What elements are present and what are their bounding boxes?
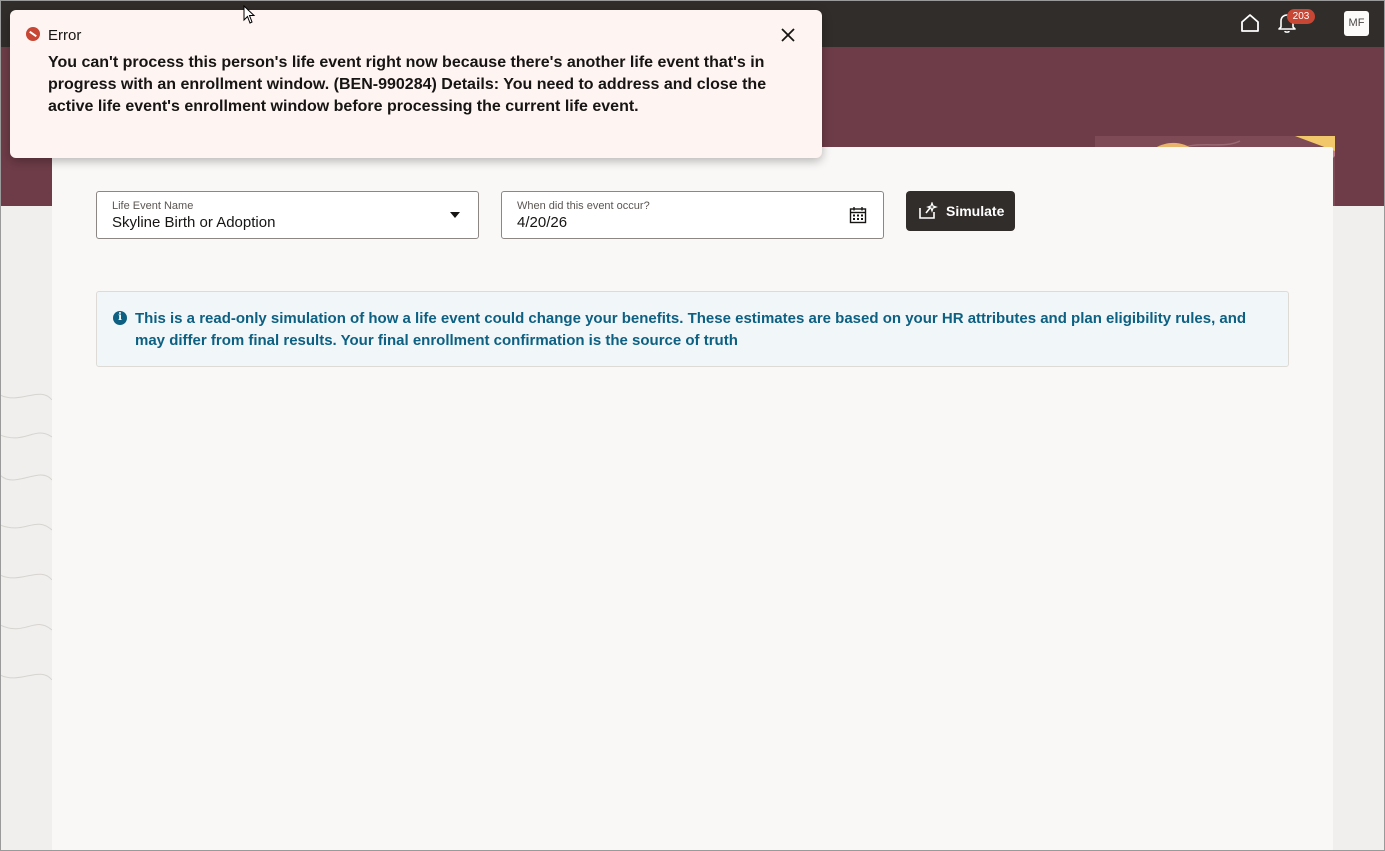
error-message: You can't process this person's life eve… <box>48 54 767 115</box>
info-message-text: This is a read-only simulation of how a … <box>135 310 1247 349</box>
simulate-button-label: Simulate <box>946 203 1005 219</box>
error-title: Error <box>48 27 82 44</box>
notification-count-badge: 203 <box>1287 9 1315 24</box>
simulate-sparkle-icon <box>919 202 938 219</box>
life-event-name-select[interactable]: Life Event Name Skyline Birth or Adoptio… <box>96 191 479 239</box>
life-event-name-label: Life Event Name <box>112 200 194 212</box>
close-icon[interactable] <box>778 25 798 45</box>
life-event-simulation-card: Life Event Name Skyline Birth or Adoptio… <box>52 147 1333 851</box>
user-avatar[interactable]: MF <box>1344 11 1369 36</box>
life-event-name-value: Skyline Birth or Adoption <box>112 214 276 231</box>
event-date-input[interactable]: When did this event occur? 4/20/26 <box>501 191 884 239</box>
read-only-info-message: i This is a read-only simulation of how … <box>96 291 1289 367</box>
home-icon[interactable] <box>1237 10 1263 36</box>
simulate-button[interactable]: Simulate <box>906 191 1015 231</box>
event-date-value: 4/20/26 <box>517 214 568 231</box>
error-icon <box>26 27 40 41</box>
event-date-label: When did this event occur? <box>517 200 650 212</box>
error-toast: Error You can't process this person's li… <box>10 10 822 158</box>
side-decoration-pattern <box>0 393 52 681</box>
info-icon: i <box>113 311 127 325</box>
dropdown-caret-icon[interactable] <box>450 212 460 218</box>
mouse-cursor-icon <box>243 5 256 24</box>
calendar-icon[interactable] <box>849 206 867 224</box>
